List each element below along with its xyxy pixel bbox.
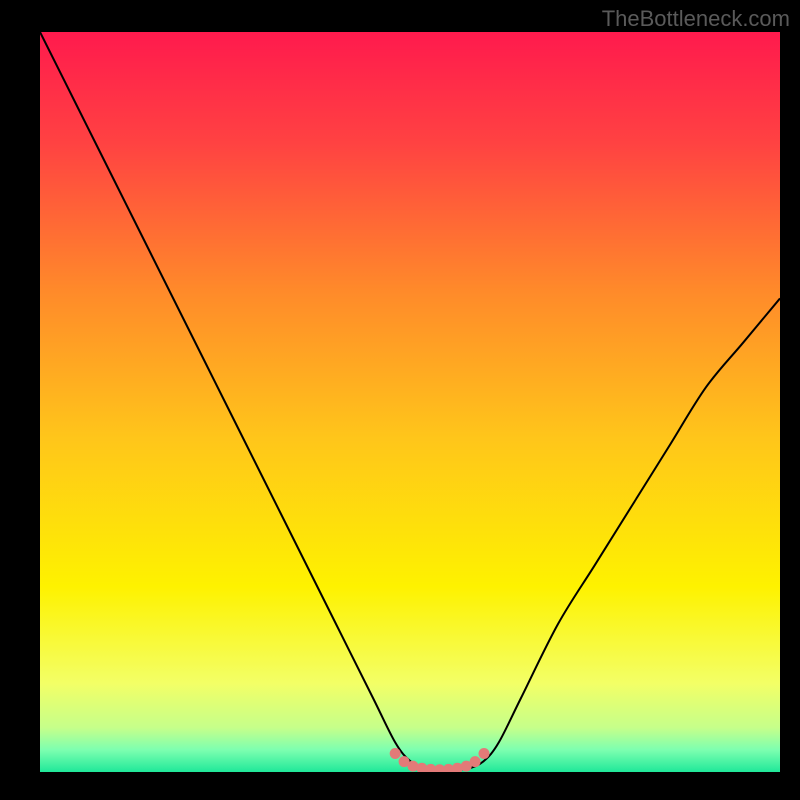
chart-svg (40, 32, 780, 772)
watermark-text: TheBottleneck.com (602, 6, 790, 32)
chart-frame: TheBottleneck.com (0, 0, 800, 800)
gradient-background (40, 32, 780, 772)
optimal-marker-dot (470, 756, 481, 767)
optimal-marker-dot (479, 748, 490, 759)
plot-area (40, 32, 780, 772)
optimal-marker-dot (390, 748, 401, 759)
